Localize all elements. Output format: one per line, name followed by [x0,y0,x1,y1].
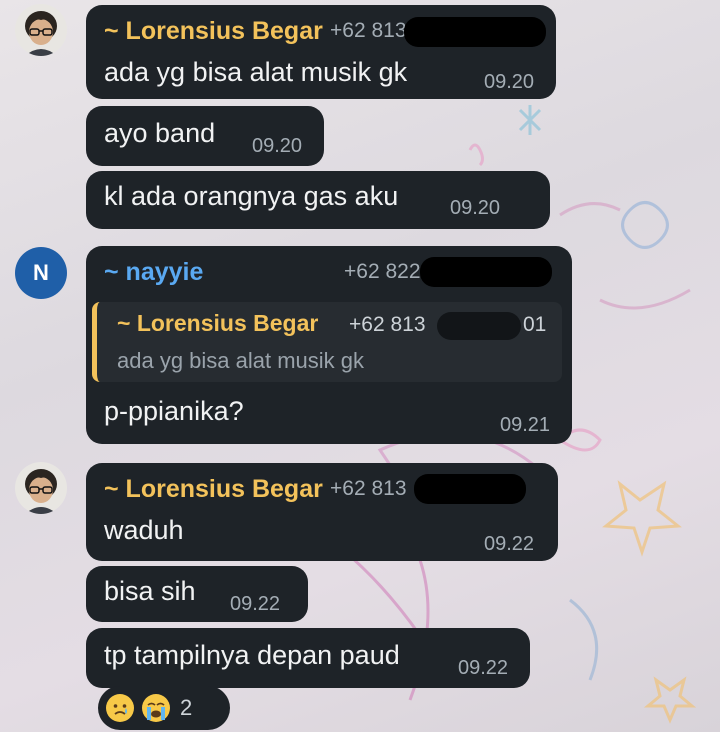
reaction-count: 2 [180,695,193,720]
message-bubble[interactable]: tp tampilnya depan paud 09.22 [86,628,530,688]
message-bubble[interactable]: bisa sih 09.22 [86,566,308,622]
sender-phone: +62 813 [330,477,407,500]
message-text: waduh [104,515,184,545]
message-text: kl ada orangnya gas aku [104,181,399,211]
message-bubble[interactable]: kl ada orangnya gas aku 09.20 [86,171,550,229]
sender-phone: +62 813 [330,19,407,42]
user-avatar-icon [15,462,67,514]
redaction-mark [404,17,546,47]
redaction-mark [437,312,521,340]
message-bubble[interactable]: ayo band 09.20 [86,106,324,166]
message-text: bisa sih [104,576,196,606]
message-bubble[interactable]: ~ Lorensius Begar +62 813 ada yg bisa al… [86,5,556,99]
message-time: 09.20 [252,135,303,157]
message-text: tp tampilnya depan paud [104,640,400,670]
sender-phone: +62 822 [344,260,421,283]
redaction-mark [420,257,552,287]
reply-quote[interactable]: ~ Lorensius Begar +62 813 01 ada yg bisa… [92,302,562,382]
avatar[interactable] [15,4,67,56]
message-time: 09.22 [230,593,281,615]
crying-face-emoji-icon[interactable] [142,694,170,722]
sender-name[interactable]: ~ Lorensius Begar [104,17,323,46]
message-bubble[interactable]: ~ Lorensius Begar +62 813 waduh 09.22 [86,463,558,561]
message-bubble[interactable]: ~ nayyie +62 822 ~ Lorensius Begar +62 8… [86,246,572,444]
quote-phone-tail: 01 [523,313,547,336]
quote-sender-phone: +62 813 [349,313,426,336]
message-time: 09.22 [458,657,509,679]
redaction-mark [414,474,526,504]
message-time: 09.22 [484,533,535,555]
message-time: 09.20 [450,197,501,219]
quote-sender-name: ~ Lorensius Begar [117,310,319,336]
avatar[interactable]: N [15,247,67,299]
message-text: ada yg bisa alat musik gk [104,57,408,87]
avatar[interactable] [15,462,67,514]
sender-name[interactable]: ~ nayyie [104,258,203,287]
avatar-letter: N [33,260,49,285]
message-text: ayo band [104,118,216,148]
quote-text: ada yg bisa alat musik gk [117,348,365,373]
sad-face-emoji-icon[interactable] [106,694,134,722]
user-avatar-icon [15,4,67,56]
chat-area: ~ Lorensius Begar +62 813 ada yg bisa al… [0,0,720,732]
message-time: 09.21 [500,414,551,436]
reactions-bar[interactable]: 2 [98,686,230,730]
message-text: p-ppianika? [104,396,244,426]
message-time: 09.20 [484,71,535,93]
sender-name[interactable]: ~ Lorensius Begar [104,475,323,504]
